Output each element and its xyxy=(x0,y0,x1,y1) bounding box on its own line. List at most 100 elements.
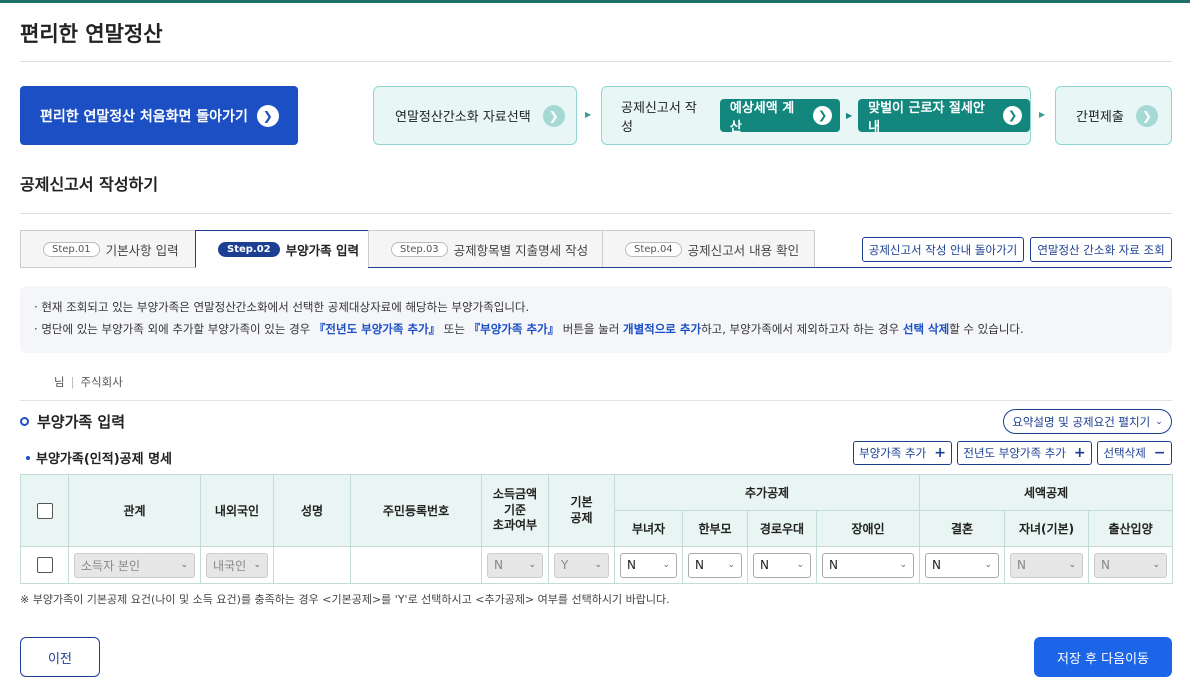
dependent-table: 관계 내외국인 성명 주민등록번호 소득금액 기준 초과여부 기본 공제 추가공제 세… xyxy=(20,474,1174,584)
dot-bullet-icon xyxy=(26,455,30,460)
chevron-down-icon: ⌄ xyxy=(1155,416,1163,427)
prev-button[interactable]: 이전 xyxy=(20,637,100,677)
table-title: 부양가족(인적)공제 명세 xyxy=(26,448,172,467)
tab-step04[interactable]: Step.04 공제신고서 내용 확인 xyxy=(602,230,815,268)
chevron-right-icon: ❯ xyxy=(1135,104,1158,127)
header-children: 자녀(기본) xyxy=(1004,510,1090,547)
plus-icon: + xyxy=(934,445,946,461)
flow-step-data-select[interactable]: 연말정산간소화 자료선택 ❯ xyxy=(373,86,577,145)
estimated-tax-label: 예상세액 계산 xyxy=(729,100,795,135)
row-checkbox[interactable] xyxy=(36,557,53,573)
step-badge: Step.01 xyxy=(43,241,100,257)
tab-step01[interactable]: Step.01 기본사항 입력 xyxy=(20,230,196,268)
header-single-woman: 부녀자 xyxy=(614,510,683,547)
home-button[interactable]: 편리한 연말정산 처음화면 돌아가기 ❯ xyxy=(20,86,298,145)
company-name: 주식회사 xyxy=(80,375,123,389)
tab-step03[interactable]: Step.03 공제항목별 지출명세 작성 xyxy=(368,230,603,268)
divider xyxy=(20,213,1172,214)
tab-label: 공제신고서 내용 확인 xyxy=(687,242,800,258)
user-suffix: 님 xyxy=(54,375,65,389)
relation-select[interactable]: 소득자 본인 ⌄ xyxy=(74,552,195,578)
summary-expand-button[interactable]: 요약설명 및 공제요건 펼치기 ⌄ xyxy=(1003,409,1172,434)
marriage-select[interactable]: N ⌄ xyxy=(925,552,1000,578)
chevron-down-icon: ⌄ xyxy=(528,560,536,570)
flow-arrow-icon: ▶ xyxy=(1039,110,1046,119)
add-dependent-button[interactable]: 부양가족 추가 + xyxy=(853,441,952,465)
tab-label: 부양가족 입력 xyxy=(285,242,359,258)
simplified-lookup-button[interactable]: 연말정산 간소화 자료 조회 xyxy=(1030,237,1172,262)
tab-label: 기본사항 입력 xyxy=(105,242,179,258)
tab-underline xyxy=(368,267,1172,268)
section-title: 공제신고서 작성하기 xyxy=(20,175,159,194)
top-accent-line xyxy=(0,0,1190,3)
chevron-right-icon: ❯ xyxy=(1003,106,1022,125)
plus-icon: + xyxy=(1073,445,1086,461)
page-title: 편리한 연말정산 xyxy=(20,22,163,46)
single-woman-select[interactable]: N ⌄ xyxy=(620,552,677,578)
table-row: 소득자 본인 ⌄ 내국인 ⌄ N ⌄ Y ⌄ N ⌄ N ⌄ N ⌄ N ⌄ N ⌄ N ⌄ N ⌄ xyxy=(20,546,1174,584)
chevron-right-icon: ❯ xyxy=(813,106,832,125)
name-cell xyxy=(273,546,351,584)
estimated-tax-button[interactable]: 예상세액 계산 ❯ xyxy=(719,99,840,135)
footnote: ※ 부양가족이 기본공제 요건(나이 및 소득 요건)를 충족하는 경우 <기본… xyxy=(20,593,670,606)
chevron-down-icon: ⌄ xyxy=(1152,560,1161,570)
flow-step-label: 연말정산간소화 자료선택 xyxy=(395,110,531,125)
select-all-cell xyxy=(20,474,69,547)
nationality-select[interactable]: 내국인 ⌄ xyxy=(206,552,268,578)
chevron-down-icon: ⌄ xyxy=(796,560,804,570)
elderly-select[interactable]: N ⌄ xyxy=(753,552,811,578)
header-single-parent: 한부모 xyxy=(682,510,748,547)
header-birth-adopt: 출산입양 xyxy=(1088,510,1174,547)
header-tax-credit: 세액공제 xyxy=(919,474,1174,511)
resident-no-cell xyxy=(350,546,482,584)
flow-step-label: 간편제출 xyxy=(1076,110,1124,125)
dual-income-guide-label: 맞벌이 근로자 절세안내 xyxy=(868,100,985,135)
notice-line: · 명단에 있는 부양가족 외에 추가할 부양가족이 있는 경우 『전년도 부양… xyxy=(34,322,1024,336)
step-badge: Step.02 xyxy=(218,241,280,257)
single-parent-select[interactable]: N ⌄ xyxy=(688,552,742,578)
divider xyxy=(20,61,1172,62)
add-prev-dependent-button[interactable]: 전년도 부양가족 추가 + xyxy=(957,441,1092,465)
select-all-checkbox[interactable] xyxy=(36,502,53,519)
header-nationality: 내외국인 xyxy=(200,474,274,547)
birth-adopt-select[interactable]: N ⌄ xyxy=(1094,552,1168,578)
flow-step-simple-submit[interactable]: 간편제출 ❯ xyxy=(1055,86,1172,145)
chevron-down-icon: ⌄ xyxy=(662,560,670,570)
children-select[interactable]: N ⌄ xyxy=(1010,552,1084,578)
flow-arrow-icon: ▶ xyxy=(585,110,592,119)
chevron-down-icon: ⌄ xyxy=(594,560,602,570)
chevron-down-icon: ⌄ xyxy=(727,560,735,570)
chevron-down-icon: ⌄ xyxy=(984,560,993,570)
step-badge: Step.03 xyxy=(391,241,448,257)
chevron-right-icon: ❯ xyxy=(256,104,279,127)
dependent-section-title: 부양가족 입력 xyxy=(20,411,125,432)
dual-income-guide-button[interactable]: 맞벌이 근로자 절세안내 ❯ xyxy=(858,99,1030,135)
ring-bullet-icon xyxy=(20,417,29,426)
basic-deduction-select[interactable]: Y ⌄ xyxy=(554,552,609,578)
header-income-over: 소득금액 기준 초과여부 xyxy=(481,474,549,547)
guide-back-button[interactable]: 공제신고서 작성 안내 돌아가기 xyxy=(862,237,1024,262)
header-disabled: 장애인 xyxy=(815,510,921,547)
save-next-button[interactable]: 저장 후 다음이동 xyxy=(1034,637,1172,677)
step-tabs: Step.01 기본사항 입력 Step.02 부양가족 입력 Step.03 … xyxy=(20,230,815,268)
disabled-select[interactable]: N ⌄ xyxy=(822,552,915,578)
notice-line: · 현재 조회되고 있는 부양가족은 연말정산간소화에서 선택한 공제대상자료에… xyxy=(34,300,530,314)
tab-step02[interactable]: Step.02 부양가족 입력 xyxy=(195,230,369,268)
header-elderly: 경로우대 xyxy=(747,510,817,547)
chevron-down-icon: ⌄ xyxy=(899,560,908,570)
delete-selected-button[interactable]: 선택삭제 − xyxy=(1097,441,1172,465)
flow-arrow-icon: ▶ xyxy=(845,111,853,120)
chevron-down-icon: ⌄ xyxy=(253,560,261,570)
minus-icon: − xyxy=(1153,445,1166,461)
notice-box: · 현재 조회되고 있는 부양가족은 연말정산간소화에서 선택한 공제대상자료에… xyxy=(20,286,1172,353)
header-resident-no: 주민등록번호 xyxy=(350,474,482,547)
summary-expand-label: 요약설명 및 공제요건 펼치기 xyxy=(1012,414,1151,429)
divider xyxy=(20,400,1172,401)
income-over-select[interactable]: N ⌄ xyxy=(487,552,543,578)
step-badge: Step.04 xyxy=(625,241,682,257)
tab-label: 공제항목별 지출명세 작성 xyxy=(453,242,589,258)
flow-step-label: 공제신고서 작성 xyxy=(621,100,697,135)
header-marriage: 결혼 xyxy=(919,510,1006,547)
chevron-right-icon: ❯ xyxy=(542,104,565,127)
chevron-down-icon: ⌄ xyxy=(180,560,188,570)
